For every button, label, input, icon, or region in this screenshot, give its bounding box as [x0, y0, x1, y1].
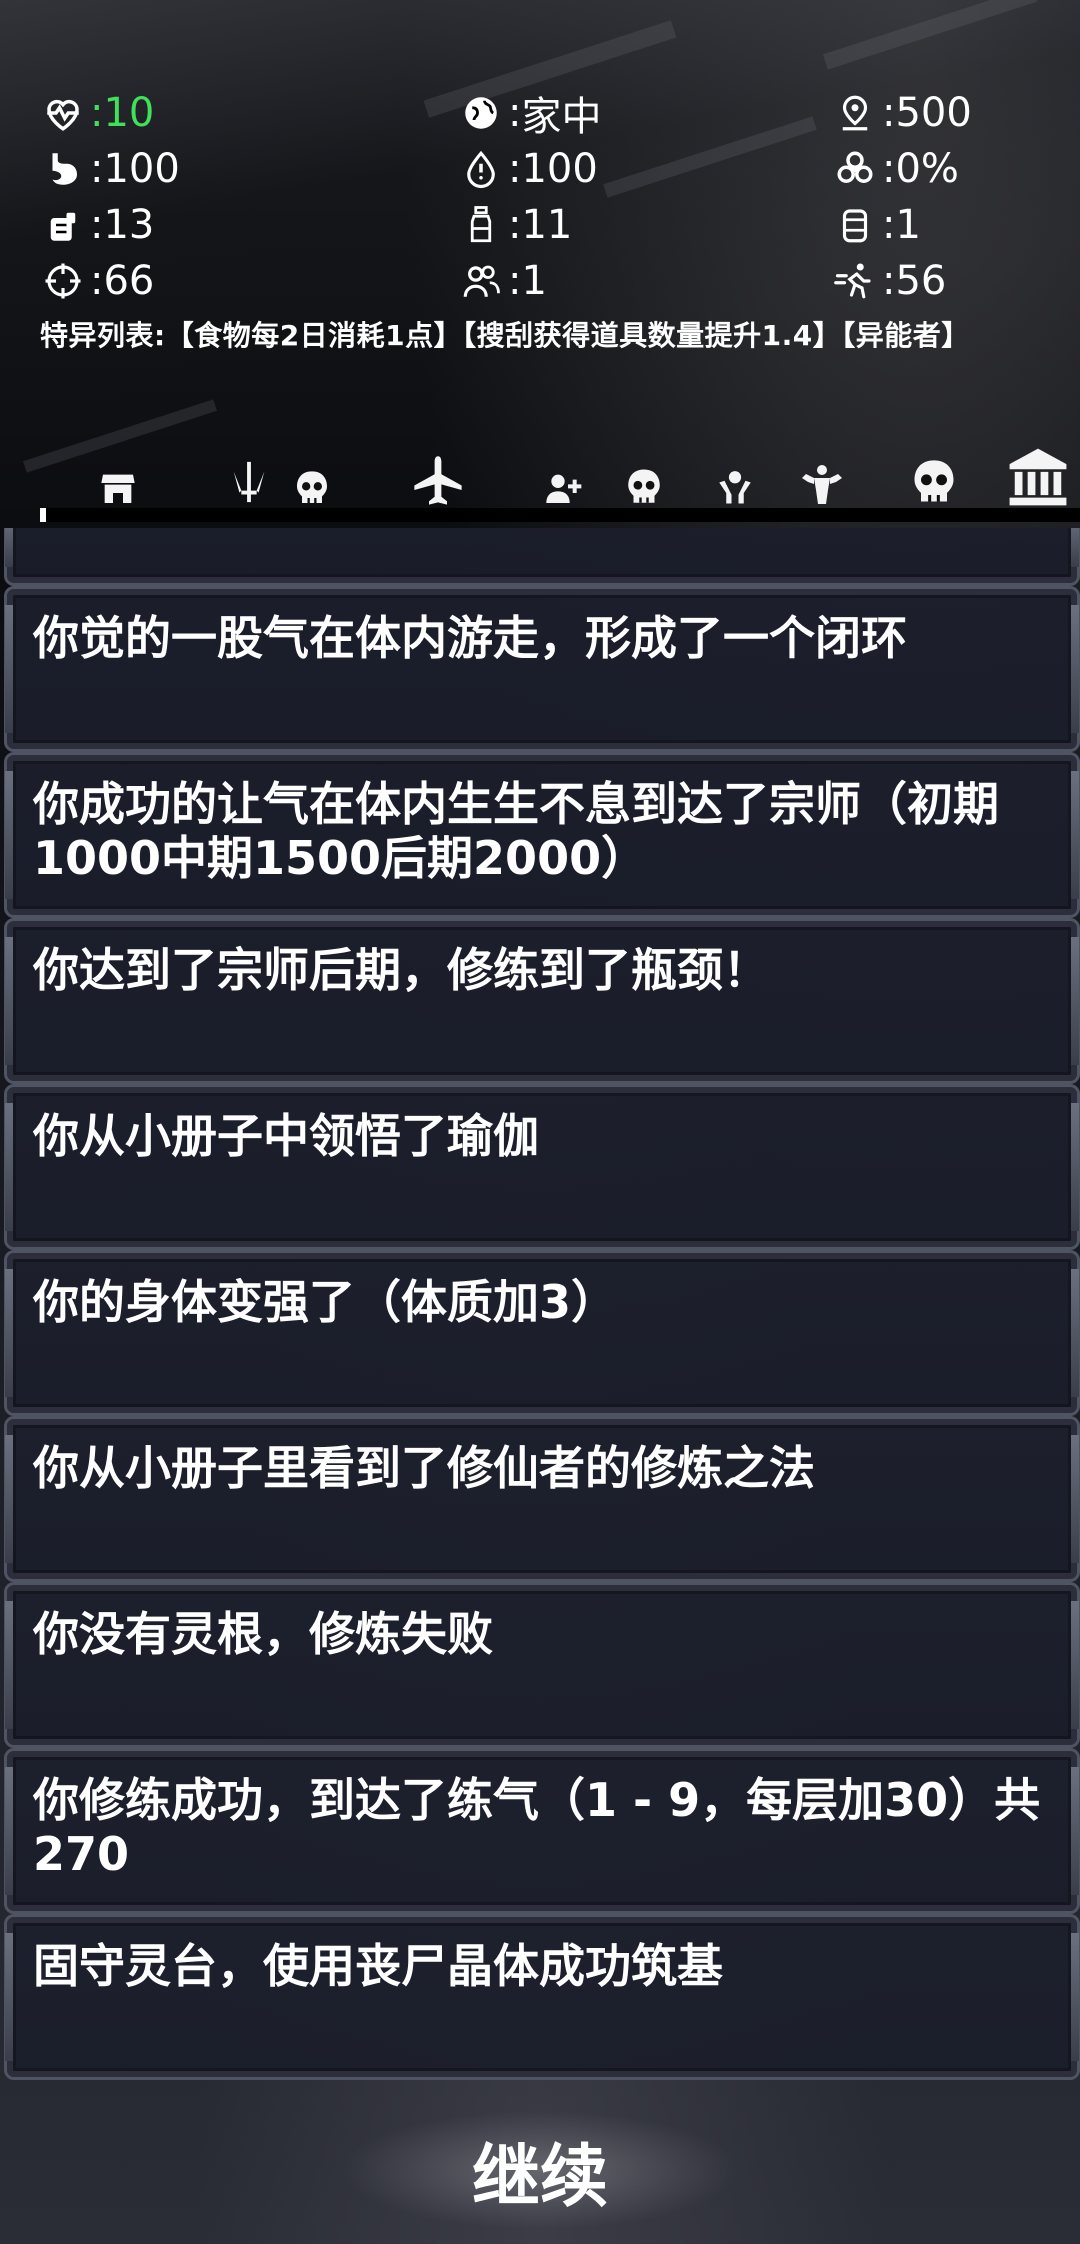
stat-food: :13: [38, 200, 154, 250]
log-card: 你修练成功，到达了练气（1 - 9，每层加30）共270: [4, 1748, 1080, 1914]
stat-aim: :66: [38, 256, 154, 306]
log-card-text: 你觉的一股气在体内游走，形成了一个闭环: [33, 611, 907, 665]
skull-icon: [297, 471, 327, 503]
stat-infection-value: 0%: [895, 146, 959, 192]
tab-travel[interactable]: [410, 454, 466, 508]
skull-icon: [628, 469, 660, 503]
log-card-text: 你达到了宗师后期，修练到了瓶颈！: [33, 943, 769, 997]
log-card: 你成功的让气在体内生生不息到达了宗师（初期1000中期1500后期2000）: [4, 752, 1080, 918]
muscle-icon: [802, 465, 842, 504]
stat-water-value: 100: [521, 146, 598, 192]
hands-icon: [719, 466, 751, 504]
stat-companions-value: 1: [521, 258, 547, 304]
log-card-partial: [4, 528, 1080, 586]
bottle-icon: [456, 200, 506, 250]
stat-location: : 家中: [456, 88, 601, 140]
stat-aim-value: 66: [103, 258, 155, 304]
stat-food-value: 13: [103, 202, 155, 248]
stat-hunger-value: 100: [103, 146, 180, 192]
log-card-text: 你的身体变强了（体质加3）: [33, 1275, 618, 1329]
stomach-icon: [38, 144, 88, 194]
stat-speed-value: 56: [895, 258, 947, 304]
globe-icon: [456, 88, 506, 138]
log-card: 你从小册子里看到了修仙者的修炼之法: [4, 1416, 1080, 1582]
stat-drink: :11: [456, 200, 572, 250]
event-log[interactable]: 你觉的一股气在体内游走，形成了一个闭环 你成功的让气在体内生生不息到达了宗师（初…: [0, 528, 1080, 2088]
users-icon: [456, 256, 506, 306]
scroll-progress-bar: [40, 508, 1080, 522]
swords-icon: [233, 461, 265, 503]
stat-supplies: :1: [830, 200, 921, 250]
store-icon: [101, 474, 135, 503]
log-card-text: 固守灵台，使用丧尸晶体成功筑基: [33, 1939, 723, 1993]
tab-recruit[interactable]: [540, 468, 586, 508]
biohazard-icon: [830, 144, 880, 194]
log-card-text: 你从小册子中领悟了瑜伽: [33, 1109, 539, 1163]
stat-supplies-value: 1: [895, 202, 921, 248]
stat-health: :10: [38, 88, 154, 138]
barrel-icon: [830, 200, 880, 250]
skull-icon: [914, 460, 954, 502]
running-icon: [830, 256, 880, 306]
tab-ability[interactable]: [712, 464, 758, 508]
log-card-text: 你修练成功，到达了练气（1 - 9，每层加30）共270: [33, 1773, 1041, 1881]
add-user-icon: [546, 474, 582, 503]
stat-location-value: 家中: [521, 94, 602, 140]
log-card: 固守灵台，使用丧尸晶体成功筑基: [4, 1914, 1080, 2080]
tab-shop[interactable]: [96, 464, 140, 508]
log-card: 你的身体变强了（体质加3）: [4, 1250, 1080, 1416]
log-card: 你没有灵根，修炼失败: [4, 1582, 1080, 1748]
stat-water: :100: [456, 144, 598, 194]
log-card: 你从小册子中领悟了瑜伽: [4, 1084, 1080, 1250]
scroll-progress-knob: [40, 508, 46, 522]
log-card-text: 你成功的让气在体内生生不息到达了宗师（初期1000中期1500后期2000）: [33, 777, 999, 885]
heartbeat-icon: [38, 88, 88, 138]
food-icon: [38, 200, 88, 250]
tab-zombies-1[interactable]: [290, 468, 334, 508]
tab-strength[interactable]: [794, 460, 850, 508]
stat-distance: :500: [830, 88, 972, 138]
stat-infection: :0%: [830, 144, 959, 194]
stat-distance-value: 500: [895, 90, 972, 136]
tab-zombies-2[interactable]: [622, 466, 666, 508]
stat-hunger: :100: [38, 144, 180, 194]
stat-health-value: 10: [103, 90, 155, 136]
water-drop-icon: [456, 144, 506, 194]
crosshair-icon: [38, 256, 88, 306]
airplane-icon: [414, 456, 462, 505]
log-card-text: 你从小册子里看到了修仙者的修炼之法: [33, 1441, 815, 1495]
tab-zombies-3[interactable]: [906, 456, 962, 508]
tab-weapons[interactable]: [224, 454, 274, 508]
map-pin-icon: [830, 88, 880, 138]
bank-icon: [1009, 448, 1067, 506]
log-card: 你觉的一股气在体内游走，形成了一个闭环: [4, 586, 1080, 752]
stat-companions: :1: [456, 256, 547, 306]
log-card-text: 你没有灵根，修炼失败: [33, 1607, 493, 1661]
stat-speed: :56: [830, 256, 946, 306]
continue-button[interactable]: 继续: [340, 2110, 740, 2230]
tab-bank[interactable]: [1006, 440, 1070, 508]
stat-drink-value: 11: [521, 202, 573, 248]
traits-list: 特异列表:【食物每2日消耗1点】【搜刮获得道具数量提升1.4】【异能者】: [40, 319, 970, 352]
log-card: 你达到了宗师后期，修练到了瓶颈！: [4, 918, 1080, 1084]
